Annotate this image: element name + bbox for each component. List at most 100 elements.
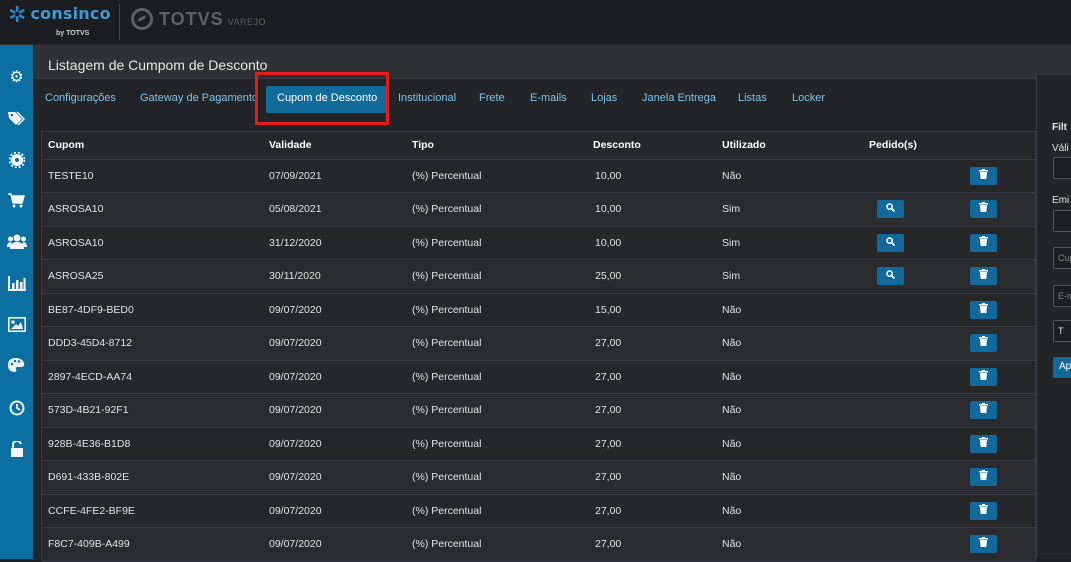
- table-row[interactable]: TESTE10 07/09/2021 (%) Percentual 10,00 Não: [42, 159, 1035, 193]
- delete-button[interactable]: [970, 401, 997, 420]
- table-row[interactable]: 573D-4B21-92F1 09/07/2020 (%) Percentual 27…: [42, 393, 1035, 428]
- view-order-button[interactable]: [877, 267, 904, 286]
- highlight-box: [255, 72, 389, 125]
- image-icon[interactable]: [0, 308, 33, 341]
- delete-button[interactable]: [970, 501, 997, 520]
- cell-desconto: 27,00: [587, 494, 716, 528]
- table-row[interactable]: 2897-4ECD-AA74 09/07/2020 (%) Percentual 27…: [42, 360, 1035, 394]
- delete-button[interactable]: [970, 434, 997, 453]
- col-utilizado[interactable]: Utilizado: [716, 132, 836, 160]
- tab-janela-entrega[interactable]: Janela Entrega: [642, 92, 716, 104]
- filter-panel: Filt Váli Emi Cup E-m T Ap: [1036, 75, 1071, 559]
- table-row[interactable]: DDD3-45D4-8712 09/07/2020 (%) Percentual 27…: [42, 326, 1035, 361]
- delete-button[interactable]: [970, 267, 997, 286]
- tab-frete[interactable]: Frete: [479, 92, 505, 104]
- cell-utilizado: Não: [716, 326, 836, 361]
- cell-actions: [950, 527, 1035, 562]
- cell-cupom: TESTE10: [42, 159, 263, 193]
- cell-pedidos: [836, 293, 950, 327]
- page-title: Listagem de Cumpom de Desconto: [48, 57, 268, 73]
- table-row[interactable]: F8C7-409B-A499 09/07/2020 (%) Percentual 27…: [42, 527, 1035, 562]
- col-cupom[interactable]: Cupom: [42, 132, 263, 160]
- cell-validade: 31/12/2020: [263, 226, 406, 260]
- palette-icon[interactable]: [0, 349, 33, 382]
- trash-icon: [979, 168, 988, 181]
- table-row[interactable]: D691-433B-802E 09/07/2020 (%) Percentual 27…: [42, 460, 1035, 495]
- type-select[interactable]: T: [1053, 320, 1071, 342]
- cell-tipo: (%) Percentual: [406, 527, 587, 562]
- emissao-field[interactable]: [1053, 210, 1071, 232]
- tags-icon[interactable]: [0, 102, 33, 135]
- search-icon: [886, 203, 896, 214]
- cell-utilizado: Não: [716, 427, 836, 461]
- tab-lojas[interactable]: Lojas: [591, 92, 617, 104]
- cell-desconto: 10,00: [587, 192, 716, 227]
- totvs-logo-icon: [131, 8, 153, 30]
- cell-actions: [950, 226, 1035, 260]
- brand-name: consinco: [30, 4, 111, 23]
- validade-field[interactable]: [1053, 157, 1071, 179]
- cell-tipo: (%) Percentual: [406, 159, 587, 193]
- cell-cupom: F8C7-409B-A499: [42, 527, 263, 562]
- delete-button[interactable]: [970, 367, 997, 386]
- delete-button[interactable]: [970, 233, 997, 252]
- tab-configuracoes[interactable]: Configurações: [45, 92, 116, 104]
- cupom-filter-input[interactable]: Cup: [1053, 247, 1071, 269]
- tab-gateway-de-pagamento[interactable]: Gateway de Pagamento: [140, 92, 258, 104]
- cell-actions: [950, 326, 1035, 361]
- view-order-button[interactable]: [877, 200, 904, 219]
- tab-listas[interactable]: Listas: [738, 92, 767, 104]
- trash-icon: [979, 302, 988, 315]
- page-header: Listagem de Cumpom de Desconto: [33, 45, 1071, 79]
- tab-locker[interactable]: Locker: [792, 92, 825, 104]
- table-row[interactable]: CCFE-4FE2-BF9E 09/07/2020 (%) Percentual 27…: [42, 494, 1035, 528]
- col-tipo[interactable]: Tipo: [406, 132, 587, 160]
- unlock-icon[interactable]: [0, 432, 33, 465]
- col-pedidos[interactable]: Pedido(s): [836, 132, 950, 160]
- email-filter-input[interactable]: E-m: [1053, 285, 1071, 307]
- delete-button[interactable]: [970, 300, 997, 319]
- table-row[interactable]: ASROSA25 30/11/2020 (%) Percentual 25,00 Sim: [42, 259, 1035, 294]
- cell-cupom: 928B-4E36-B1D8: [42, 427, 263, 461]
- search-icon: [886, 237, 896, 248]
- cell-tipo: (%) Percentual: [406, 427, 587, 461]
- partner-name: TOTVS: [159, 8, 224, 29]
- col-validade[interactable]: Validade: [263, 132, 406, 160]
- table-row[interactable]: ASROSA10 05/08/2021 (%) Percentual 10,00 Sim: [42, 192, 1035, 227]
- tab-emails[interactable]: E-mails: [530, 92, 567, 104]
- col-actions: [950, 132, 1035, 160]
- cart-icon[interactable]: [0, 184, 33, 217]
- coupon-table-container: Cupom Validade Tipo Desconto Utilizado P…: [41, 131, 1036, 562]
- delete-button[interactable]: [970, 535, 997, 554]
- search-icon: [886, 270, 896, 281]
- delete-button[interactable]: [970, 334, 997, 353]
- cell-validade: 09/07/2020: [263, 527, 406, 562]
- cell-actions: [950, 393, 1035, 428]
- totvs-logo: TOTVS VAREJO: [131, 8, 266, 30]
- cell-cupom: ASROSA25: [42, 259, 263, 294]
- table-row[interactable]: ASROSA10 31/12/2020 (%) Percentual 10,00 Sim: [42, 226, 1035, 260]
- cell-pedidos: [836, 393, 950, 428]
- cell-pedidos: [836, 226, 950, 260]
- delete-button[interactable]: [970, 468, 997, 487]
- gear-icon[interactable]: ⚙: [0, 60, 33, 93]
- apply-button[interactable]: Ap: [1053, 357, 1071, 378]
- col-desconto[interactable]: Desconto: [587, 132, 716, 160]
- cell-tipo: (%) Percentual: [406, 226, 587, 260]
- trash-icon: [979, 369, 988, 382]
- cell-desconto: 10,00: [587, 159, 716, 193]
- delete-button[interactable]: [970, 166, 997, 185]
- view-order-button[interactable]: [877, 233, 904, 252]
- cell-actions: [950, 259, 1035, 294]
- cell-utilizado: Não: [716, 360, 836, 394]
- table-row[interactable]: BE87-4DF9-BED0 09/07/2020 (%) Percentual 15…: [42, 293, 1035, 327]
- delete-button[interactable]: [970, 200, 997, 219]
- tab-institucional[interactable]: Institucional: [398, 92, 456, 104]
- users-icon[interactable]: [0, 225, 33, 258]
- clock-icon[interactable]: [0, 391, 33, 424]
- cell-utilizado: Sim: [716, 259, 836, 294]
- bar-chart-icon[interactable]: [0, 267, 33, 300]
- table-row[interactable]: 928B-4E36-B1D8 09/07/2020 (%) Percentual 27…: [42, 427, 1035, 461]
- cog-badge-icon[interactable]: [0, 143, 33, 176]
- consinco-logo[interactable]: ✲ consinco by TOTVS: [8, 4, 111, 38]
